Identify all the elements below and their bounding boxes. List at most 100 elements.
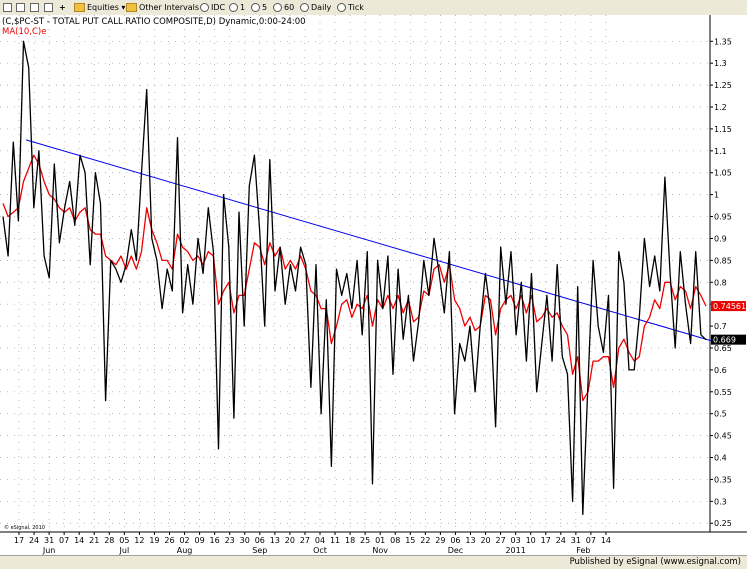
clock-icon	[229, 3, 238, 12]
month-label: Sep	[252, 546, 267, 555]
y-tick-label: 0.4	[714, 454, 727, 463]
month-label: 2011	[505, 546, 525, 555]
x-tick-label: 16	[210, 536, 220, 545]
y-tick-label: 0.45	[714, 432, 732, 441]
y-tick-label: 0.6	[714, 366, 727, 375]
y-tick-label: 0.8	[714, 278, 727, 287]
x-tick-label: 19	[149, 536, 159, 545]
x-tick-label: 13	[270, 536, 280, 545]
add-button[interactable]: +	[59, 2, 66, 13]
lock-button[interactable]	[44, 2, 55, 13]
y-tick-label: 0.25	[714, 519, 732, 528]
clock-icon	[273, 3, 282, 12]
y-tick-label: 0.95	[714, 213, 732, 222]
publisher-note: Published by eSignal (www.esignal.com)	[569, 557, 741, 567]
month-label: Feb	[576, 546, 590, 555]
footer: Published by eSignal (www.esignal.com)	[0, 555, 747, 569]
interval-idc-label: IDC	[211, 3, 226, 12]
month-label: Oct	[313, 546, 327, 555]
x-tick-label: 17	[14, 536, 24, 545]
x-tick-label: 27	[300, 536, 310, 545]
x-tick-label: 27	[496, 536, 506, 545]
last-price-label: 0.669	[713, 336, 736, 345]
x-tick-label: 13	[465, 536, 475, 545]
x-tick-label: 22	[420, 536, 430, 545]
chart-title: (C,$PC-ST - TOTAL PUT CALL RATIO COMPOSI…	[2, 17, 306, 27]
x-tick-label: 02	[179, 536, 189, 545]
month-label: Aug	[177, 546, 193, 555]
y-tick-label: 1.35	[714, 37, 732, 46]
clock-icon	[251, 3, 260, 12]
folder-icon	[126, 3, 137, 12]
x-tick-label: 20	[285, 536, 295, 545]
y-tick-label: 0.85	[714, 256, 732, 265]
equities-menu[interactable]: Equities ▾	[74, 2, 125, 13]
interval-daily-label: Daily	[311, 3, 332, 12]
y-tick-label: 0.65	[714, 344, 732, 353]
x-tick-label: 07	[586, 536, 596, 545]
x-tick-label: 24	[29, 536, 39, 545]
interval-1-button[interactable]: 1	[229, 2, 245, 13]
y-tick-label: 0.9	[714, 234, 727, 243]
y-tick-label: 0.7	[714, 322, 727, 331]
lock-icon	[44, 3, 53, 12]
x-tick-label: 30	[240, 536, 250, 545]
price-chart: 0.250.30.350.40.450.50.550.60.650.70.750…	[0, 15, 747, 555]
x-tick-label: 03	[511, 536, 521, 545]
y-tick-label: 1.15	[714, 125, 732, 134]
x-tick-label: 06	[255, 536, 265, 545]
x-tick-label: 07	[59, 536, 69, 545]
x-tick-label: 18	[345, 536, 355, 545]
x-tick-label: 15	[405, 536, 415, 545]
interval-idc-button[interactable]: IDC	[200, 2, 225, 13]
x-tick-label: 10	[526, 536, 536, 545]
arrow-button[interactable]	[30, 2, 41, 13]
chart-type-button[interactable]	[16, 2, 27, 13]
clock-icon	[200, 3, 209, 12]
x-tick-label: 14	[601, 536, 611, 545]
y-tick-label: 1.1	[714, 147, 727, 156]
x-tick-label: 21	[89, 536, 99, 545]
interval-5-label: 5	[262, 3, 268, 12]
x-tick-label: 14	[74, 536, 84, 545]
x-tick-label: 31	[571, 536, 581, 545]
other-intervals-label: Other Intervals	[139, 3, 200, 12]
x-tick-label: 24	[556, 536, 566, 545]
x-tick-label: 04	[315, 536, 325, 545]
x-tick-label: 09	[195, 536, 205, 545]
x-tick-label: 25	[360, 536, 370, 545]
toolbar: + Equities ▾ Other Intervals ▾ IDC 1 5 6…	[0, 0, 747, 16]
other-intervals-menu[interactable]: Other Intervals ▾	[126, 2, 206, 13]
x-tick-label: 01	[375, 536, 385, 545]
x-tick-label: 06	[450, 536, 460, 545]
y-tick-label: 0.35	[714, 475, 732, 484]
last-ma-label: 0.745615	[713, 302, 747, 311]
interval-tick-button[interactable]: Tick	[337, 2, 364, 13]
month-label: Jul	[119, 546, 130, 555]
month-label: Jun	[42, 546, 56, 555]
y-tick-label: 1.2	[714, 103, 727, 112]
folder-icon	[74, 3, 85, 12]
x-tick-label: 28	[104, 536, 114, 545]
y-tick-label: 1.3	[714, 59, 727, 68]
interval-60-label: 60	[284, 3, 295, 12]
interval-daily-button[interactable]: Daily	[300, 2, 331, 13]
chart-window: + Equities ▾ Other Intervals ▾ IDC 1 5 6…	[0, 0, 747, 569]
x-tick-label: 12	[134, 536, 144, 545]
clock-icon	[337, 3, 346, 12]
x-tick-label: 17	[541, 536, 551, 545]
month-axis: Jun Jul Aug Sep Oct Nov Dec 2011 Feb	[42, 546, 591, 555]
y-tick-label: 0.3	[714, 497, 727, 506]
grid-icon	[3, 3, 12, 12]
clock-icon	[300, 3, 309, 12]
interval-5-button[interactable]: 5	[251, 2, 267, 13]
interval-60-button[interactable]: 60	[273, 2, 294, 13]
layout-button[interactable]	[3, 2, 14, 13]
copyright-note: © eSignal, 2010	[4, 524, 45, 531]
equities-label: Equities	[87, 3, 119, 12]
ma-legend: MA(10,C)e	[2, 27, 46, 37]
y-tick-label: 1.05	[714, 169, 732, 178]
x-tick-label: 11	[330, 536, 340, 545]
y-tick-label: 0.5	[714, 410, 727, 419]
x-tick-label: 29	[435, 536, 445, 545]
